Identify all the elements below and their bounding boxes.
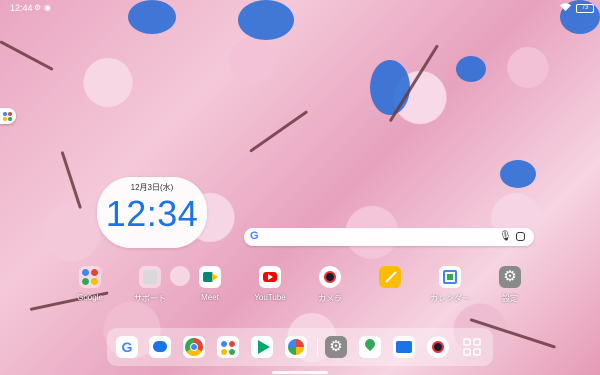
- dock-divider: [317, 338, 318, 356]
- app-label: 設定: [502, 294, 518, 303]
- files-icon[interactable]: [393, 336, 415, 358]
- app-label: Meet: [201, 293, 219, 302]
- google-folder-icon: [79, 266, 101, 288]
- app-label: カメラ: [318, 294, 342, 303]
- meet-icon: [199, 266, 221, 288]
- app-notes[interactable]: [360, 266, 420, 293]
- app-calendar[interactable]: カレンダー: [420, 266, 480, 304]
- messages-icon[interactable]: [149, 336, 171, 358]
- clock-time: 12:34: [105, 193, 199, 234]
- chrome-icon[interactable]: [183, 336, 205, 358]
- location-icon: ◉: [44, 3, 51, 12]
- microphone-icon[interactable]: 🎙: [499, 231, 512, 242]
- app-settings[interactable]: ⚙ 設定: [480, 266, 540, 304]
- google-search-bar[interactable]: G 🎙: [244, 228, 534, 246]
- gesture-nav-handle[interactable]: [272, 371, 328, 374]
- notes-icon: [379, 266, 401, 288]
- app-google-folder[interactable]: Google: [60, 266, 120, 302]
- app-label: カレンダー: [430, 294, 470, 303]
- google-logo-icon: G: [250, 230, 259, 242]
- app-label: YouTube: [254, 293, 286, 302]
- calendar-icon: [439, 266, 461, 288]
- assistant-icon[interactable]: [217, 336, 239, 358]
- status-time: 12:44: [10, 3, 33, 13]
- camera-icon[interactable]: [427, 336, 449, 358]
- youtube-icon: [259, 266, 281, 288]
- app-label: サポート: [134, 294, 166, 303]
- maps-icon[interactable]: [359, 336, 381, 358]
- gear-icon: ⚙: [34, 3, 42, 12]
- battery-icon: 73: [576, 4, 594, 13]
- app-meet[interactable]: Meet: [180, 266, 240, 302]
- app-label: Google: [77, 293, 103, 302]
- google-icon[interactable]: G: [116, 336, 138, 358]
- all-apps-icon[interactable]: [461, 336, 483, 358]
- app-youtube[interactable]: YouTube: [240, 266, 300, 302]
- google-lens-icon[interactable]: [516, 232, 525, 241]
- clock-date: 12月3日(水): [130, 183, 174, 192]
- settings-icon[interactable]: ⚙: [325, 336, 347, 358]
- dock: G ⚙: [107, 328, 493, 366]
- play-store-icon[interactable]: [251, 336, 273, 358]
- clock-widget[interactable]: 12月3日(水) 12:34: [97, 177, 207, 248]
- photos-icon[interactable]: [285, 336, 307, 358]
- wifi-icon: [560, 3, 571, 11]
- status-bar: 12:44 ⚙ ◉ 73: [0, 0, 600, 16]
- side-assistant-handle[interactable]: [0, 108, 16, 124]
- app-camera[interactable]: カメラ: [300, 266, 360, 304]
- camera-icon: [319, 266, 341, 288]
- settings-icon: ⚙: [499, 266, 521, 288]
